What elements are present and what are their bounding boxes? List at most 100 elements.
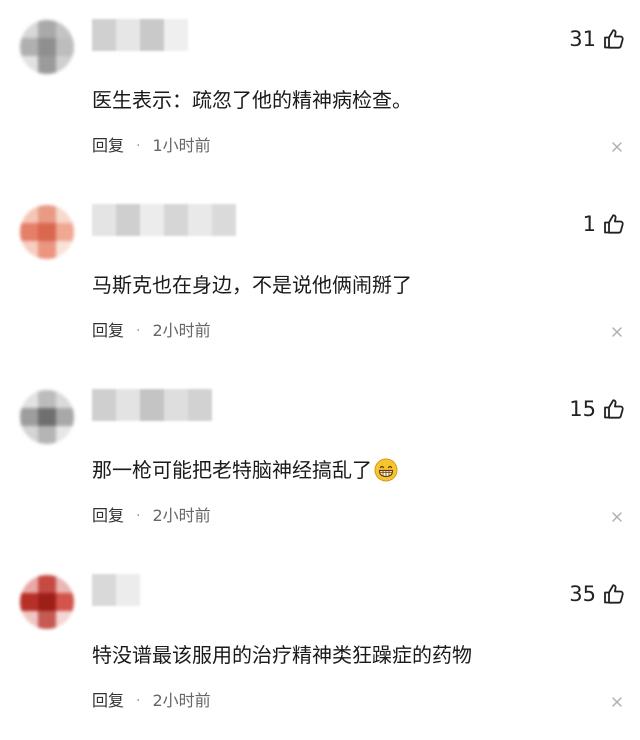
reply-button[interactable]: 回复 — [92, 321, 124, 341]
username-mosaic-block — [164, 389, 188, 421]
avatar-mosaic-tile — [38, 390, 56, 408]
username-mosaic-block — [116, 389, 140, 421]
avatar-mosaic-tile — [56, 205, 74, 223]
comment-item: 35 特没谱最该服用的治疗精神类狂躁症的药物 回复 · 2小时前 — [0, 555, 640, 740]
avatar-mosaic-tile — [56, 390, 74, 408]
comment-text: 特没谱最该服用的治疗精神类狂躁症的药物 — [92, 642, 472, 668]
thumbs-up-icon[interactable] — [602, 582, 626, 606]
avatar-mosaic-tile — [38, 611, 56, 629]
avatar-mosaic-tile — [20, 426, 38, 444]
thumbs-up-icon[interactable] — [602, 212, 626, 236]
like-button[interactable]: 15 — [569, 394, 626, 424]
meta-separator: · — [136, 323, 141, 339]
like-count: 1 — [582, 212, 596, 236]
avatar-mosaic-tile — [38, 593, 56, 611]
avatar-mosaic-tile — [20, 611, 38, 629]
avatar-mosaic-tile — [56, 426, 74, 444]
meta-separator: · — [136, 508, 141, 524]
like-button[interactable]: 35 — [569, 579, 626, 609]
like-button[interactable]: 1 — [583, 209, 626, 239]
reply-button[interactable]: 回复 — [92, 691, 124, 711]
comment-text: 马斯克也在身边，不是说他俩闹掰了 — [92, 272, 412, 298]
avatar-mosaic-tile — [20, 56, 38, 74]
avatar-mosaic-tile — [38, 223, 56, 241]
avatar-mosaic-tile — [20, 241, 38, 259]
timestamp: 2小时前 — [152, 321, 211, 340]
close-icon[interactable] — [610, 324, 624, 338]
username-blurred[interactable] — [92, 389, 212, 421]
timestamp: 2小时前 — [152, 691, 211, 710]
meta-separator: · — [136, 693, 141, 709]
avatar-mosaic-tile — [38, 20, 56, 38]
username-mosaic-block — [116, 574, 140, 606]
comment-text-body: 特没谱最该服用的治疗精神类狂躁症的药物 — [92, 643, 472, 667]
avatar-mosaic-tile — [38, 408, 56, 426]
avatar[interactable] — [20, 205, 74, 259]
username-mosaic-block — [164, 19, 188, 51]
comment-item: 15 那一枪可能把老特脑神经搞乱了 回复 · 2小时前 — [0, 370, 640, 555]
username-mosaic-block — [188, 204, 212, 236]
grinning-emoji-icon — [374, 458, 398, 482]
avatar-mosaic-tile — [38, 575, 56, 593]
like-count: 31 — [569, 27, 596, 51]
timestamp: 1小时前 — [152, 136, 211, 155]
avatar[interactable] — [20, 575, 74, 629]
avatar-mosaic-tile — [56, 241, 74, 259]
username-mosaic-block — [164, 204, 188, 236]
avatar-mosaic-tile — [38, 426, 56, 444]
avatar-mosaic-tile — [20, 408, 38, 426]
close-icon[interactable] — [610, 694, 624, 708]
comment-text-body: 医生表示：疏忽了他的精神病检查。 — [92, 88, 412, 112]
username-mosaic-block — [212, 204, 236, 236]
username-mosaic-block — [188, 389, 212, 421]
username-mosaic-block — [92, 574, 116, 606]
reply-button[interactable]: 回复 — [92, 136, 124, 156]
comment-text-body: 那一枪可能把老特脑神经搞乱了 — [92, 458, 372, 482]
avatar-mosaic-tile — [38, 205, 56, 223]
username-blurred[interactable] — [92, 19, 188, 51]
comment-meta: 回复 · 2小时前 — [92, 506, 211, 526]
avatar-mosaic-tile — [20, 20, 38, 38]
avatar-mosaic-tile — [20, 390, 38, 408]
close-icon[interactable] — [610, 139, 624, 153]
avatar-mosaic-tile — [20, 223, 38, 241]
username-mosaic-block — [116, 204, 140, 236]
avatar-mosaic-tile — [38, 241, 56, 259]
avatar-mosaic-tile — [56, 223, 74, 241]
comment-item: 31 医生表示：疏忽了他的精神病检查。 回复 · 1小时前 — [0, 0, 640, 185]
comment-meta: 回复 · 2小时前 — [92, 321, 211, 341]
username-mosaic-block — [140, 204, 164, 236]
comment-meta: 回复 · 1小时前 — [92, 136, 211, 156]
avatar-mosaic-tile — [56, 408, 74, 426]
avatar[interactable] — [20, 20, 74, 74]
comment-text-body: 马斯克也在身边，不是说他俩闹掰了 — [92, 273, 412, 297]
close-icon[interactable] — [610, 509, 624, 523]
avatar-mosaic-tile — [56, 38, 74, 56]
comment-text: 医生表示：疏忽了他的精神病检查。 — [92, 87, 412, 113]
like-count: 15 — [569, 397, 596, 421]
avatar-mosaic-tile — [20, 593, 38, 611]
username-blurred[interactable] — [92, 574, 140, 606]
timestamp: 2小时前 — [152, 506, 211, 525]
comment-text: 那一枪可能把老特脑神经搞乱了 — [92, 457, 398, 483]
comment-item: 1 马斯克也在身边，不是说他俩闹掰了 回复 · 2小时前 — [0, 185, 640, 370]
username-mosaic-block — [92, 204, 116, 236]
thumbs-up-icon[interactable] — [602, 397, 626, 421]
reply-button[interactable]: 回复 — [92, 506, 124, 526]
like-count: 35 — [569, 582, 596, 606]
avatar-mosaic-tile — [38, 38, 56, 56]
thumbs-up-icon[interactable] — [602, 27, 626, 51]
avatar[interactable] — [20, 390, 74, 444]
username-mosaic-block — [116, 19, 140, 51]
comment-meta: 回复 · 2小时前 — [92, 691, 211, 711]
like-button[interactable]: 31 — [569, 24, 626, 54]
avatar-mosaic-tile — [38, 56, 56, 74]
username-mosaic-block — [140, 19, 164, 51]
username-mosaic-block — [92, 389, 116, 421]
meta-separator: · — [136, 138, 141, 154]
username-mosaic-block — [140, 389, 164, 421]
avatar-mosaic-tile — [56, 20, 74, 38]
username-blurred[interactable] — [92, 204, 236, 236]
avatar-mosaic-tile — [20, 575, 38, 593]
avatar-mosaic-tile — [56, 575, 74, 593]
